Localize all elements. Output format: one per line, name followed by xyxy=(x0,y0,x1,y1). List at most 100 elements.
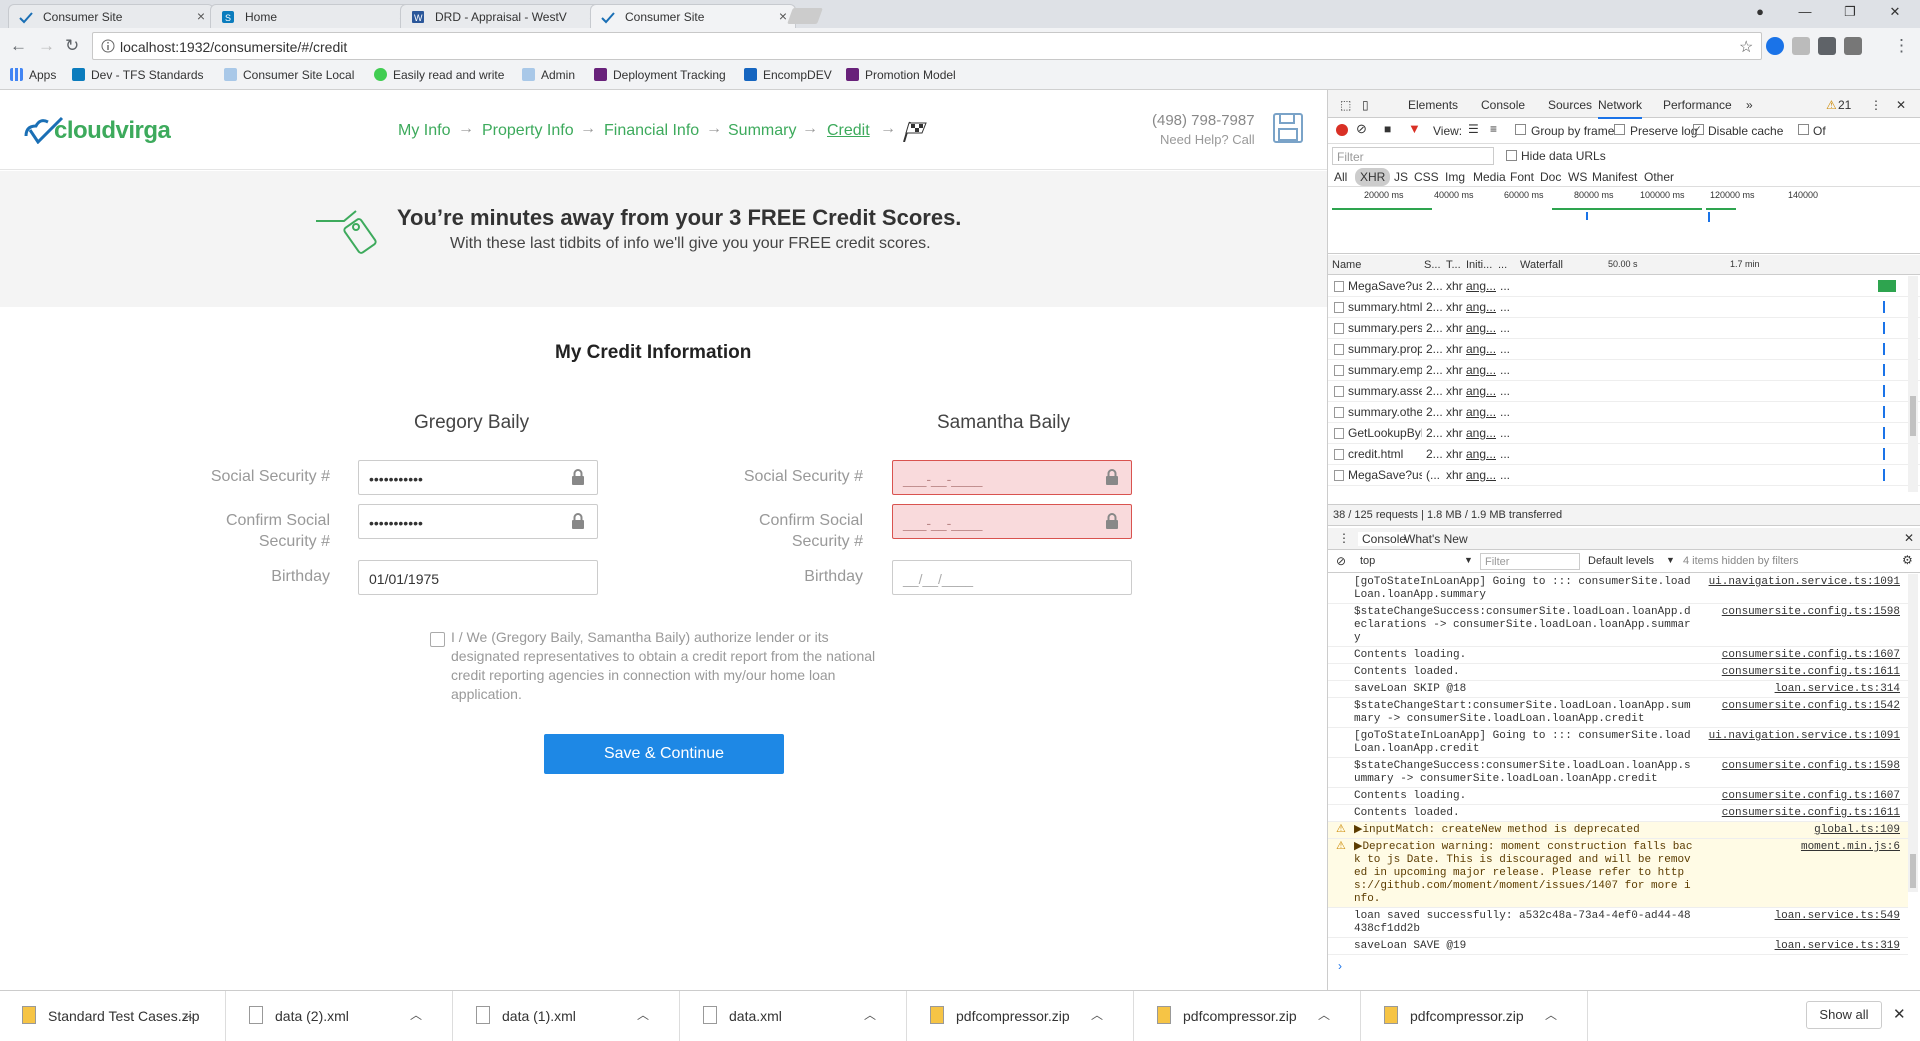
clear-console-icon[interactable]: ⊘ xyxy=(1336,554,1346,568)
type-css[interactable]: CSS xyxy=(1414,170,1439,184)
birthday-input[interactable]: 01/01/1975 xyxy=(358,560,598,595)
devtools-menu-icon[interactable]: ⋮ xyxy=(1870,98,1882,112)
close-devtools-icon[interactable]: ✕ xyxy=(1896,98,1906,112)
browser-tab-active[interactable]: Consumer Site × xyxy=(590,4,796,28)
type-other[interactable]: Other xyxy=(1644,170,1674,184)
devtools-tab-console[interactable]: Console xyxy=(1481,98,1525,112)
network-filter-input[interactable]: Filter xyxy=(1332,147,1494,165)
type-xhr[interactable]: XHR xyxy=(1355,168,1391,186)
col-type[interactable]: T... xyxy=(1446,259,1461,271)
group-by-frame-checkbox[interactable] xyxy=(1515,124,1526,135)
console-scrollbar[interactable] xyxy=(1908,574,1918,892)
close-tab-icon[interactable]: × xyxy=(197,8,205,24)
browser-tab[interactable]: Consumer Site × xyxy=(8,4,214,28)
console-message[interactable]: [goToStateInLoanApp] Going to ::: consum… xyxy=(1328,574,1908,604)
more-tabs-icon[interactable]: » xyxy=(1746,98,1753,112)
confirm-ssn-input[interactable]: ••••••••••• xyxy=(358,504,598,539)
extension-play-icon[interactable] xyxy=(1766,37,1784,55)
type-ws[interactable]: WS xyxy=(1568,170,1587,184)
type-font[interactable]: Font xyxy=(1510,170,1534,184)
type-manifest[interactable]: Manifest xyxy=(1592,170,1637,184)
console-warning[interactable]: ⚠ ▶Deprecation warning: moment constructi… xyxy=(1328,839,1908,908)
chevron-up-icon[interactable]: ︿ xyxy=(1545,1006,1557,1023)
col-initiator[interactable]: Initi... xyxy=(1466,259,1492,271)
info-icon[interactable] xyxy=(101,39,115,53)
chevron-up-icon[interactable]: ︿ xyxy=(637,1006,649,1023)
col-more[interactable]: ... xyxy=(1498,259,1507,271)
profile-icon[interactable]: ● xyxy=(1740,4,1780,24)
bookmark-consumer-site[interactable]: Consumer Site Local xyxy=(224,68,354,82)
console-message[interactable]: Contents loaded. consumersite.config.ts:1… xyxy=(1328,664,1908,681)
chevron-up-icon[interactable]: ︿ xyxy=(1091,1006,1103,1023)
close-downloads-icon[interactable]: ✕ xyxy=(1893,1005,1906,1023)
console-settings-icon[interactable]: ⚙ xyxy=(1902,553,1913,567)
clear-icon[interactable]: ⊘ xyxy=(1356,121,1367,137)
close-drawer-icon[interactable]: ✕ xyxy=(1904,531,1914,545)
devtools-tab-network[interactable]: Network xyxy=(1598,98,1643,119)
download-item[interactable]: pdfcompressor.zip ︿ xyxy=(1362,991,1588,1041)
record-icon[interactable] xyxy=(1336,124,1348,136)
new-tab-button[interactable] xyxy=(787,8,823,24)
devtools-tab-performance[interactable]: Performance xyxy=(1663,98,1732,112)
coborrower-ssn-input[interactable]: ___-__-____ xyxy=(892,460,1132,495)
console-message[interactable]: saveLoan SKIP @18 loan.service.ts:314 xyxy=(1328,681,1908,698)
col-name[interactable]: Name xyxy=(1332,259,1361,271)
drawer-menu-icon[interactable]: ⋮ xyxy=(1338,531,1350,545)
console-source-link[interactable]: moment.min.js:6 xyxy=(1801,841,1900,854)
console-source-link[interactable]: loan.service.ts:549 xyxy=(1775,910,1900,923)
bookmark-deployment-tracking[interactable]: Deployment Tracking xyxy=(594,68,726,82)
save-floppy-icon[interactable] xyxy=(1272,112,1304,144)
type-media[interactable]: Media xyxy=(1473,170,1506,184)
hide-data-urls-checkbox[interactable] xyxy=(1506,150,1517,161)
type-js[interactable]: JS xyxy=(1394,170,1408,184)
col-status[interactable]: S... xyxy=(1424,259,1441,271)
download-item[interactable]: pdfcompressor.zip ︿ xyxy=(908,991,1134,1041)
forward-icon[interactable]: → xyxy=(38,36,55,56)
console-message[interactable]: $stateChangeStart:consumerSite.loadLoan.… xyxy=(1328,698,1908,728)
back-icon[interactable]: ← xyxy=(10,36,27,56)
log-levels-select[interactable]: Default levels xyxy=(1588,555,1654,567)
bookmark-admin[interactable]: Admin xyxy=(522,68,575,82)
step-financial-info[interactable]: Financial Info xyxy=(604,122,699,140)
console-source-link[interactable]: consumersite.config.ts:1542 xyxy=(1722,700,1900,713)
chevron-up-icon[interactable]: ︿ xyxy=(183,1006,195,1023)
ssn-input[interactable]: ••••••••••• xyxy=(358,460,598,495)
request-row[interactable]: summary.asse... 2...xhrang...... xyxy=(1328,381,1920,402)
request-row[interactable]: summary.prop... 2...xhrang...... xyxy=(1328,339,1920,360)
console-message[interactable]: saveLoan SAVE @19 loan.service.ts:319 xyxy=(1328,938,1908,955)
request-scrollbar[interactable] xyxy=(1908,276,1918,492)
request-row[interactable]: MegaSave?us... 2...xhrang...... xyxy=(1328,276,1920,297)
console-prompt[interactable]: › xyxy=(1338,959,1342,973)
bookmark-apps[interactable]: Apps xyxy=(10,68,56,82)
devtools-tab-sources[interactable]: Sources xyxy=(1548,98,1592,112)
support-phone[interactable]: (498) 798-7987 xyxy=(1152,112,1255,129)
preserve-log-checkbox[interactable] xyxy=(1614,124,1625,135)
authorize-checkbox[interactable] xyxy=(430,632,445,647)
request-row[interactable]: GetLookupByL... 2...xhrang...... xyxy=(1328,423,1920,444)
download-item[interactable]: pdfcompressor.zip ︿ xyxy=(1135,991,1361,1041)
camera-icon[interactable]: ■ xyxy=(1384,122,1391,136)
extension-puzzle-icon[interactable] xyxy=(1844,37,1862,55)
type-all[interactable]: All xyxy=(1334,170,1347,184)
request-row[interactable]: summary.html 2... xhr ang...... xyxy=(1328,297,1920,318)
inspect-icon[interactable]: ⬚ xyxy=(1340,98,1351,112)
step-summary[interactable]: Summary xyxy=(728,122,796,140)
console-source-link[interactable]: consumersite.config.ts:1611 xyxy=(1722,666,1900,679)
close-tab-icon[interactable]: × xyxy=(779,8,787,24)
bookmark-easily-read[interactable]: Easily read and write xyxy=(374,68,504,82)
disable-cache-checkbox[interactable]: ✓ xyxy=(1693,124,1704,135)
bookmark-promotion-model[interactable]: Promotion Model xyxy=(846,68,956,82)
console-source-link[interactable]: loan.service.ts:319 xyxy=(1775,940,1900,953)
console-source-link[interactable]: consumersite.config.ts:1598 xyxy=(1722,760,1900,773)
console-message[interactable]: loan saved successfully: a532c48a-73a4-4… xyxy=(1328,908,1908,938)
bookmark-dev-tfs[interactable]: Dev - TFS Standards xyxy=(72,68,204,82)
minimize-button[interactable]: — xyxy=(1785,4,1825,24)
warning-icon[interactable]: ⚠ xyxy=(1826,98,1837,112)
bookmark-star-icon[interactable]: ☆ xyxy=(1739,37,1753,57)
request-row[interactable]: summary.pers... 2...xhrang...... xyxy=(1328,318,1920,339)
console-filter-input[interactable]: Filter xyxy=(1480,553,1580,570)
console-source-link[interactable]: ui.navigation.service.ts:1091 xyxy=(1709,730,1900,743)
chrome-menu-icon[interactable]: ⋮ xyxy=(1893,36,1910,56)
chevron-up-icon[interactable]: ︿ xyxy=(1318,1006,1330,1023)
console-source-link[interactable]: consumersite.config.ts:1607 xyxy=(1722,649,1900,662)
